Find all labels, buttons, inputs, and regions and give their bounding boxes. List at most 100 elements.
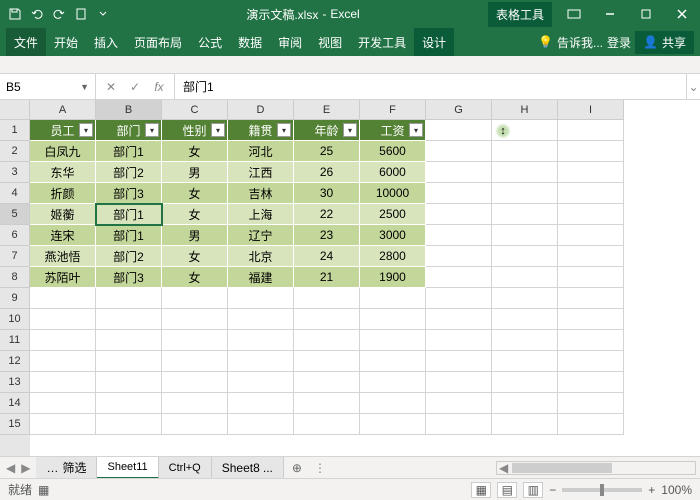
sheet-tab-sheet8[interactable]: Sheet8 ...: [212, 457, 284, 479]
cell-H2[interactable]: [492, 141, 558, 162]
cell-B15[interactable]: [96, 414, 162, 435]
new-file-icon[interactable]: [70, 3, 92, 25]
cell-G7[interactable]: [426, 246, 492, 267]
tab-data[interactable]: 数据: [230, 28, 270, 56]
cell-C4[interactable]: 女: [162, 183, 228, 204]
column-header-H[interactable]: H: [492, 100, 558, 120]
cell-B6[interactable]: 部门1: [96, 225, 162, 246]
sheet-nav[interactable]: ◀▶: [0, 461, 36, 475]
cell-B13[interactable]: [96, 372, 162, 393]
zoom-out-button[interactable]: −: [549, 483, 556, 497]
cell-B12[interactable]: [96, 351, 162, 372]
cell-B11[interactable]: [96, 330, 162, 351]
cell-D6[interactable]: 辽宁: [228, 225, 294, 246]
cell-H14[interactable]: [492, 393, 558, 414]
cell-B8[interactable]: 部门3: [96, 267, 162, 288]
cell-G8[interactable]: [426, 267, 492, 288]
sheet-tab-filter[interactable]: …筛选: [36, 457, 97, 479]
cell-I15[interactable]: [558, 414, 624, 435]
cell-C7[interactable]: 女: [162, 246, 228, 267]
add-sheet-button[interactable]: ⊕: [284, 461, 310, 475]
column-header-D[interactable]: D: [228, 100, 294, 120]
row-header-14[interactable]: 14: [0, 393, 30, 414]
filter-dropdown-icon[interactable]: ▾: [343, 123, 357, 137]
cell-F1[interactable]: 工资▾: [360, 120, 426, 141]
column-header-F[interactable]: F: [360, 100, 426, 120]
enter-formula-icon[interactable]: ✓: [124, 76, 146, 98]
cell-D15[interactable]: [228, 414, 294, 435]
cell-E14[interactable]: [294, 393, 360, 414]
cell-H6[interactable]: [492, 225, 558, 246]
cell-D11[interactable]: [228, 330, 294, 351]
minimize-icon[interactable]: [592, 0, 628, 28]
cell-A1[interactable]: 员工▾: [30, 120, 96, 141]
cell-C10[interactable]: [162, 309, 228, 330]
row-header-3[interactable]: 3: [0, 162, 30, 183]
cell-A10[interactable]: [30, 309, 96, 330]
cell-C1[interactable]: 性别▾: [162, 120, 228, 141]
cell-F6[interactable]: 3000: [360, 225, 426, 246]
row-header-8[interactable]: 8: [0, 267, 30, 288]
cell-F7[interactable]: 2800: [360, 246, 426, 267]
row-header-9[interactable]: 9: [0, 288, 30, 309]
select-all-corner[interactable]: [0, 100, 30, 120]
cell-A11[interactable]: [30, 330, 96, 351]
cell-D3[interactable]: 江西: [228, 162, 294, 183]
cell-H5[interactable]: [492, 204, 558, 225]
cell-H12[interactable]: [492, 351, 558, 372]
page-layout-view-icon[interactable]: ▤: [497, 482, 517, 498]
sheet-tab-ctrlq[interactable]: Ctrl+Q: [159, 457, 212, 479]
cell-E5[interactable]: 22: [294, 204, 360, 225]
filter-dropdown-icon[interactable]: ▾: [79, 123, 93, 137]
cell-A9[interactable]: [30, 288, 96, 309]
row-header-13[interactable]: 13: [0, 372, 30, 393]
cell-E2[interactable]: 25: [294, 141, 360, 162]
cell-E6[interactable]: 23: [294, 225, 360, 246]
column-header-G[interactable]: G: [426, 100, 492, 120]
tab-design[interactable]: 设计: [414, 28, 454, 56]
tab-view[interactable]: 视图: [310, 28, 350, 56]
tab-file[interactable]: 文件: [6, 28, 46, 56]
undo-icon[interactable]: [26, 3, 48, 25]
cell-I14[interactable]: [558, 393, 624, 414]
cell-F10[interactable]: [360, 309, 426, 330]
cell-G1[interactable]: [426, 120, 492, 141]
cell-C3[interactable]: 男: [162, 162, 228, 183]
cell-I1[interactable]: [558, 120, 624, 141]
nav-prev-icon[interactable]: ◀: [4, 461, 17, 475]
cell-G13[interactable]: [426, 372, 492, 393]
cell-G5[interactable]: [426, 204, 492, 225]
row-header-5[interactable]: 5: [0, 204, 30, 225]
column-header-E[interactable]: E: [294, 100, 360, 120]
worksheet-grid[interactable]: 123456789101112131415 ABCDEFGHI ↕ 员工▾部门▾…: [0, 100, 700, 456]
cell-H7[interactable]: [492, 246, 558, 267]
cell-C12[interactable]: [162, 351, 228, 372]
cell-E4[interactable]: 30: [294, 183, 360, 204]
cancel-formula-icon[interactable]: ✕: [100, 76, 122, 98]
row-header-1[interactable]: 1: [0, 120, 30, 141]
tab-review[interactable]: 审阅: [270, 28, 310, 56]
signin[interactable]: 登录: [607, 34, 631, 51]
cell-D8[interactable]: 福建: [228, 267, 294, 288]
cell-E1[interactable]: 年龄▾: [294, 120, 360, 141]
share-button[interactable]: 👤 共享: [635, 31, 694, 54]
column-header-I[interactable]: I: [558, 100, 624, 120]
zoom-slider[interactable]: [562, 488, 642, 492]
zoom-in-button[interactable]: +: [648, 483, 655, 497]
cell-E10[interactable]: [294, 309, 360, 330]
maximize-icon[interactable]: [628, 0, 664, 28]
cell-F2[interactable]: 5600: [360, 141, 426, 162]
cell-I5[interactable]: [558, 204, 624, 225]
cell-C14[interactable]: [162, 393, 228, 414]
row-header-4[interactable]: 4: [0, 183, 30, 204]
cell-I8[interactable]: [558, 267, 624, 288]
cell-E12[interactable]: [294, 351, 360, 372]
cell-B7[interactable]: 部门2: [96, 246, 162, 267]
cell-B14[interactable]: [96, 393, 162, 414]
filter-dropdown-icon[interactable]: ▾: [409, 123, 423, 137]
cell-E11[interactable]: [294, 330, 360, 351]
cell-G15[interactable]: [426, 414, 492, 435]
cell-F14[interactable]: [360, 393, 426, 414]
normal-view-icon[interactable]: ▦: [471, 482, 491, 498]
name-box[interactable]: B5 ▼: [0, 74, 96, 99]
